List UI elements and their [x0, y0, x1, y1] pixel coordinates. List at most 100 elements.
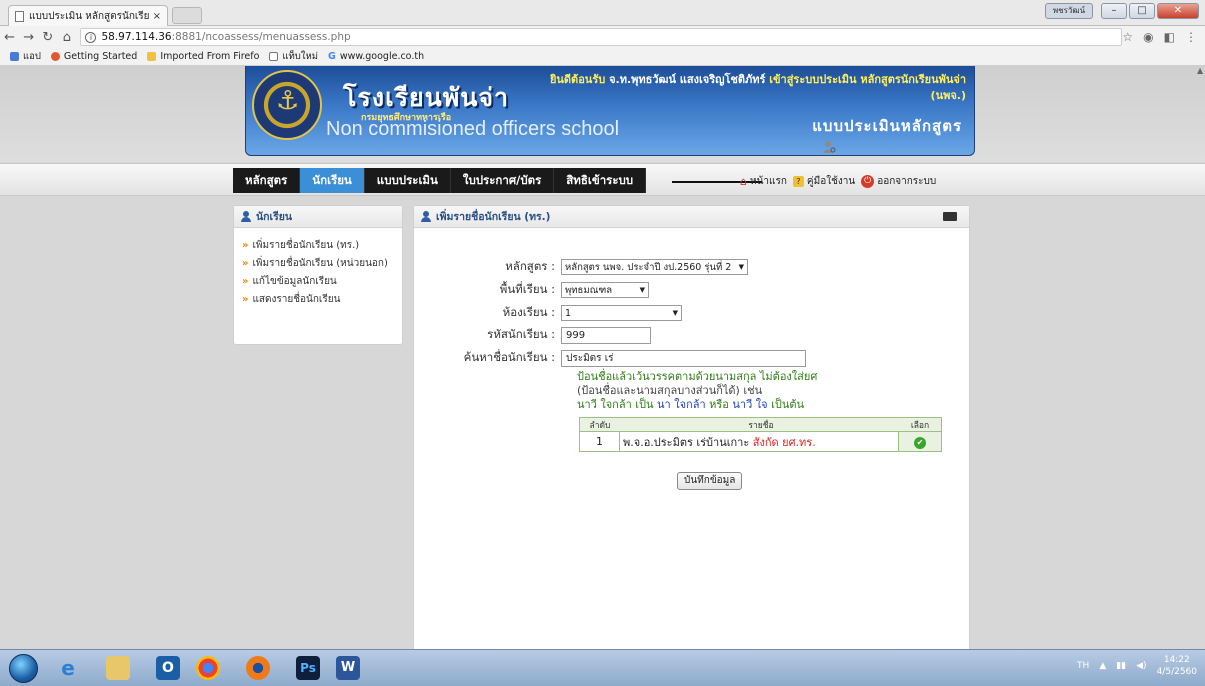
google-icon: G — [328, 51, 336, 62]
menu-item-permissions[interactable]: สิทธิเข้าระบบ — [554, 168, 647, 193]
clock[interactable]: 14:22 4/5/2560 — [1157, 654, 1197, 678]
col-header-name: รายชื่อ — [748, 420, 774, 431]
back-icon[interactable]: ← — [0, 30, 19, 45]
network-icon[interactable]: ▮▮ — [1116, 661, 1126, 671]
windows-taskbar: e O Ps W TH ▲ ▮▮ ◀) 14:22 4/5/2560 — [0, 649, 1205, 686]
content-header: เพิ่มรายชื่อนักเรียน (ทร.) — [414, 206, 969, 228]
row-select-cell: ✔ — [899, 435, 941, 449]
sidebar-title: นักเรียน — [256, 211, 293, 223]
bookmark-getting-started[interactable]: Getting Started — [50, 51, 137, 62]
bookmark-google[interactable]: Gwww.google.co.th — [328, 51, 424, 62]
bookmark-new-tab[interactable]: แท็บใหม่ — [269, 49, 318, 64]
table-row: 1 พ.จ.อ.ประมิตร เร่บ้านเกาะ สังกัด ยศ.ทร… — [580, 432, 941, 451]
menu-item-certificate[interactable]: ใบประกาศ/บัตร — [451, 168, 555, 193]
apps-icon — [10, 52, 19, 61]
results-header: ลำดับ รายชื่อ เลือก — [580, 418, 941, 432]
photoshop-icon[interactable]: Ps — [296, 656, 320, 680]
content-title: เพิ่มรายชื่อนักเรียน (ทร.) — [436, 211, 551, 223]
room-select[interactable]: 1 ▼ — [561, 305, 682, 321]
home-icon[interactable]: ⌂ — [57, 30, 76, 45]
navy-emblem-logo — [252, 70, 322, 140]
page-icon — [15, 10, 24, 22]
reload-icon[interactable]: ↻ — [38, 30, 57, 45]
row-unit: สังกัด ยศ.ทร. — [752, 435, 816, 449]
search-results-table: ลำดับ รายชื่อ เลือก 1 พ.จ.อ.ประมิตร เร่บ… — [579, 417, 942, 452]
address-bar[interactable]: i 58.97.114.36:8881/ncoassess/menuassess… — [80, 28, 1123, 46]
menu-item-student[interactable]: นักเรียน — [300, 168, 365, 193]
logout-link[interactable]: ⏻ ออกจากระบบ — [861, 174, 936, 189]
minimize-button[interactable]: – — [1101, 3, 1127, 19]
internet-explorer-icon[interactable]: e — [56, 656, 80, 680]
row-name: พ.จ.อ.ประมิตร เร่บ้านเกาะ — [623, 435, 750, 449]
welcome-message: ยินดีต้อนรับ จ.ท.พุทธวัฒน์ แสงเจริญโชติภ… — [549, 73, 966, 102]
sidebar: นักเรียน » เพิ่มรายชื่อนักเรียน (ทร.) » เพ… — [233, 205, 403, 345]
start-button[interactable] — [9, 654, 38, 683]
double-chevron-icon: » — [242, 294, 249, 305]
word-icon[interactable]: W — [336, 656, 360, 680]
language-indicator[interactable]: TH — [1077, 661, 1089, 671]
menu-item-course[interactable]: หลักสูตร — [233, 168, 301, 193]
home-link[interactable]: ⌂ หน้าแรก — [740, 174, 787, 189]
outlook-icon[interactable]: O — [156, 656, 180, 680]
tab-close-icon[interactable]: × — [153, 11, 161, 22]
select-check-icon[interactable]: ✔ — [914, 436, 926, 449]
student-search-input[interactable]: ประมิตร เร่ — [561, 349, 806, 367]
sidebar-item-add-external-student[interactable]: » เพิ่มรายชื่อนักเรียน (หน่วยนอก) — [242, 256, 394, 271]
forward-icon[interactable]: → — [19, 30, 38, 45]
system-title: แบบประเมินหลักสูตร — [812, 117, 962, 135]
search-label: ค้นหาชื่อนักเรียน : — [463, 350, 555, 364]
close-window-button[interactable]: ✕ — [1157, 3, 1199, 19]
extension-icon[interactable]: ◉ — [1143, 30, 1153, 44]
browser-tabstrip: แบบประเมิน หลักสูตรนักเรีย × พชรวัฒน์ – … — [0, 0, 1205, 26]
scrollbar-up-arrow[interactable]: ▲ — [1197, 66, 1205, 86]
translate-icon[interactable]: ◧ — [1164, 30, 1175, 44]
volume-icon[interactable]: ◀) — [1136, 661, 1146, 671]
power-icon: ⏻ — [861, 175, 875, 188]
bookmark-apps[interactable]: แอป — [10, 49, 41, 64]
area-select[interactable]: พุทธมณฑล ▼ — [561, 282, 649, 298]
bookmark-star-icon[interactable]: ☆ — [1122, 30, 1133, 44]
user-search-icon[interactable] — [822, 140, 836, 154]
info-icon[interactable]: i — [85, 31, 97, 43]
menu-kebab-icon[interactable]: ⋮ — [1185, 30, 1197, 44]
help-icon: ? — [792, 176, 804, 187]
firefox-icon[interactable] — [246, 656, 270, 680]
clock-date: 4/5/2560 — [1156, 667, 1197, 677]
file-explorer-icon[interactable] — [106, 656, 130, 680]
sidebar-item-list-students[interactable]: » แสดงรายชื่อนักเรียน — [242, 292, 394, 307]
course-select[interactable]: หลักสูตร นพจ. ประจำปี งป.2560 รุ่นที่ 2 ▼ — [561, 259, 748, 275]
chrome-icon[interactable] — [196, 656, 220, 680]
firefox-icon — [50, 52, 60, 61]
sidebar-item-add-navy-student[interactable]: » เพิ่มรายชื่อนักเรียน (ทร.) — [242, 238, 394, 253]
maximize-button[interactable]: □ — [1129, 3, 1155, 19]
area-row: พื้นที่เรียน : พุทธมณฑล ▼ — [406, 281, 649, 299]
new-tab-button[interactable] — [172, 7, 202, 24]
student-id-row: รหัสนักเรียน : 999 — [406, 326, 651, 344]
manual-link[interactable]: ? คู่มือใช้งาน — [792, 174, 855, 189]
hint-line-2: (ป้อนชื่อและนามสกุลบางส่วนก็ได้) เช่น — [577, 384, 763, 397]
school-name-english: Non commisioned officers school — [326, 118, 620, 140]
main-navbar: หลักสูตร นักเรียน แบบประเมิน ใบประกาศ/บั… — [0, 163, 1205, 196]
web-page: โรงเรียนพันจ่า กรมยุทธศึกษาทหารเรือ Non … — [0, 66, 1205, 649]
double-chevron-icon: » — [242, 240, 249, 251]
tray-arrow-icon[interactable]: ▲ — [1099, 661, 1106, 671]
folder-icon — [147, 52, 157, 61]
student-id-input[interactable]: 999 — [561, 326, 651, 344]
browser-tab[interactable]: แบบประเมิน หลักสูตรนักเรีย × — [8, 5, 168, 26]
school-banner: โรงเรียนพันจ่า กรมยุทธศึกษาทหารเรือ Non … — [245, 66, 975, 156]
search-row: ค้นหาชื่อนักเรียน : ประมิตร เร่ — [406, 349, 806, 367]
student-id-label: รหัสนักเรียน : — [487, 327, 555, 341]
course-label: หลักสูตร : — [505, 259, 555, 273]
bookmark-imported[interactable]: Imported From Firefo — [147, 51, 259, 62]
window-controls: พชรวัฒน์ – □ ✕ — [1045, 3, 1199, 19]
sidebar-item-edit-student[interactable]: » แก้ไขข้อมูลนักเรียน — [242, 274, 394, 289]
col-header-select: เลือก — [910, 420, 930, 431]
system-tray: TH ▲ ▮▮ ◀) 14:22 4/5/2560 — [1077, 654, 1197, 678]
url-path: :8881/ncoassess/menuassess.php — [171, 31, 351, 43]
profile-badge[interactable]: พชรวัฒน์ — [1045, 3, 1093, 19]
menu-item-assessment[interactable]: แบบประเมิน — [365, 168, 451, 193]
home-icon: ⌂ — [740, 175, 747, 188]
student-icon — [241, 211, 251, 222]
quick-links: ⌂ หน้าแรก ? คู่มือใช้งาน ⏻ ออกจากระบบ — [740, 174, 936, 189]
save-button[interactable]: บันทึกข้อมูล — [677, 472, 743, 490]
